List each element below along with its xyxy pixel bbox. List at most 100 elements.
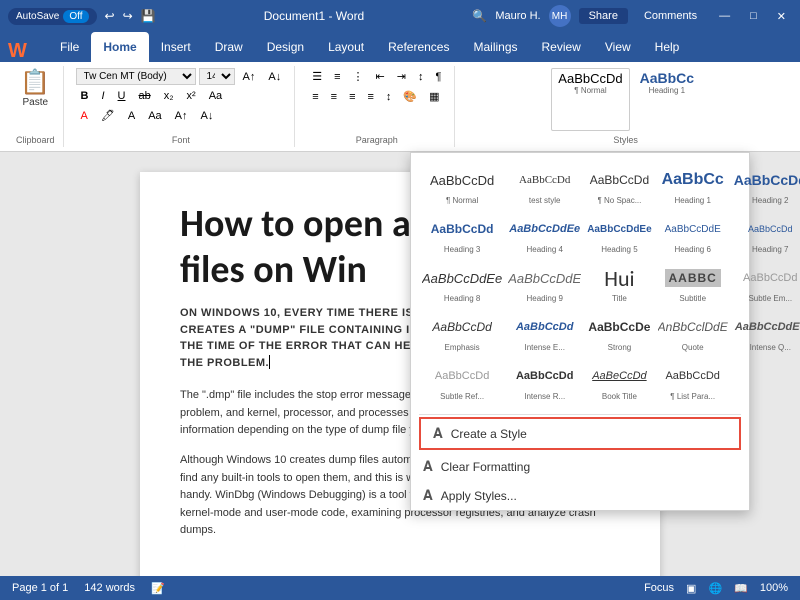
style-h9[interactable]: AaBbCcDdE Heading 9 — [505, 259, 584, 308]
create-style-action[interactable]: 𝐀 Create a Style — [419, 417, 741, 450]
decrease-indent-btn[interactable]: ⇤ — [371, 68, 390, 85]
tab-layout[interactable]: Layout — [316, 32, 376, 62]
strikethrough-btn[interactable]: ab — [134, 88, 156, 104]
close-btn[interactable]: ✕ — [771, 8, 792, 25]
paragraph-controls: ☰ ≡ ⋮ ⇤ ⇥ ↕ ¶ ≡ ≡ ≡ ≡ ↕ 🎨 ▦ — [307, 68, 446, 105]
bold-btn[interactable]: B — [76, 88, 94, 104]
style-subtitle[interactable]: AABBC Subtitle — [655, 259, 731, 308]
style-h6[interactable]: AaBbCcDdE Heading 6 — [655, 210, 731, 259]
decrease-font-btn[interactable]: A↓ — [263, 69, 286, 85]
clear-formatting-action[interactable]: 𝐀 Clear Formatting — [411, 452, 749, 481]
style-strong[interactable]: AaBbCcDe Strong — [584, 308, 654, 357]
status-left: Page 1 of 1 142 words 📝 — [12, 582, 165, 595]
style-list-para[interactable]: AaBbCcDd ¶ List Para... — [655, 357, 731, 406]
font-name-select[interactable]: Tw Cen MT (Body) — [76, 68, 196, 85]
tab-design[interactable]: Design — [255, 32, 316, 62]
paste-button[interactable]: 📋 Paste — [20, 68, 50, 108]
style-h1[interactable]: AaBbCc Heading 1 — [655, 161, 731, 210]
read-mode-icon[interactable]: 📖 — [734, 582, 748, 595]
align-left-btn[interactable]: ≡ — [307, 88, 323, 105]
style-book-title[interactable]: AaBeCcDd Book Title — [584, 357, 654, 406]
style-title[interactable]: Hui Title — [584, 259, 654, 308]
style-intense-r[interactable]: AaBbCcDd Intense R... — [505, 357, 584, 406]
style-h8[interactable]: AaBbCcDdEe Heading 8 — [419, 259, 505, 308]
superscript-btn[interactable]: x² — [182, 88, 201, 104]
autosave-toggle[interactable]: Off — [63, 10, 88, 23]
style-h5[interactable]: AaBbCcDdEe Heading 5 — [584, 210, 654, 259]
style-no-space[interactable]: AaBbCcDd ¶ No Spac... — [584, 161, 654, 210]
ribbon-tabs: W File Home Insert Draw Design Layout Re… — [0, 32, 800, 62]
style-heading1-quick[interactable]: AaBbCc Heading 1 — [634, 68, 700, 131]
tab-view[interactable]: View — [593, 32, 643, 62]
show-marks-btn[interactable]: ¶ — [430, 68, 446, 85]
ribbon-group-paragraph: ☰ ≡ ⋮ ⇤ ⇥ ↕ ¶ ≡ ≡ ≡ ≡ ↕ 🎨 ▦ Paragraph — [299, 66, 455, 147]
title-bar-left: AutoSave Off ↩ ↪ 💾 — [8, 8, 156, 25]
style-quote[interactable]: AnBbCclDdE Quote — [655, 308, 731, 357]
italic-btn[interactable]: I — [96, 88, 109, 104]
align-center-btn[interactable]: ≡ — [326, 88, 342, 105]
style-h7[interactable]: AaBbCcDd Heading 7 — [731, 210, 800, 259]
bullets-btn[interactable]: ☰ — [307, 68, 327, 85]
numbering-btn[interactable]: ≡ — [329, 68, 345, 85]
page-info: Page 1 of 1 — [12, 582, 68, 594]
tab-file[interactable]: File — [48, 32, 91, 62]
font-size-select[interactable]: 14 — [199, 68, 235, 85]
style-h2[interactable]: AaBbCcDd Heading 2 — [731, 161, 800, 210]
subscript-btn[interactable]: x₂ — [159, 88, 179, 104]
text-effects-btn[interactable]: A — [123, 108, 140, 124]
comments-button[interactable]: Comments — [636, 8, 705, 24]
share-button[interactable]: Share — [579, 8, 628, 24]
line-spacing-btn[interactable]: ↕ — [381, 88, 397, 105]
highlight-btn[interactable]: 🖊 — [96, 107, 120, 124]
align-right-btn[interactable]: ≡ — [344, 88, 360, 105]
change-case-btn[interactable]: Aa — [143, 108, 166, 124]
font-shrink-btn[interactable]: A↓ — [196, 108, 219, 124]
sort-btn[interactable]: ↕ — [413, 68, 429, 85]
tab-review[interactable]: Review — [530, 32, 593, 62]
save-icon[interactable]: 💾 — [141, 9, 156, 23]
style-normal-quick[interactable]: AaBbCcDd ¶ Normal — [551, 68, 629, 131]
increase-indent-btn[interactable]: ⇥ — [392, 68, 411, 85]
ribbon-group-clipboard: 📋 Paste Clipboard — [8, 66, 64, 147]
borders-btn[interactable]: ▦ — [424, 88, 444, 105]
proofing-icon[interactable]: 📝 — [151, 582, 165, 595]
maximize-btn[interactable]: □ — [744, 8, 763, 24]
clear-format-icon: 𝐀 — [423, 458, 433, 475]
shading-btn[interactable]: 🎨 — [398, 88, 422, 105]
tab-draw[interactable]: Draw — [203, 32, 255, 62]
increase-font-btn[interactable]: A↑ — [238, 69, 261, 85]
search-icon[interactable]: 🔍 — [472, 9, 487, 23]
word-count: 142 words — [84, 582, 135, 594]
tab-help[interactable]: Help — [643, 32, 692, 62]
print-layout-icon[interactable]: ▣ — [686, 582, 696, 595]
web-layout-icon[interactable]: 🌐 — [708, 582, 722, 595]
justify-btn[interactable]: ≡ — [362, 88, 378, 105]
user-avatar[interactable]: MH — [549, 5, 571, 27]
font-color-btn[interactable]: A — [76, 108, 93, 124]
redo-icon[interactable]: ↪ — [123, 9, 133, 23]
undo-icon[interactable]: ↩ — [105, 9, 115, 23]
clear-format-btn[interactable]: Aa — [204, 88, 227, 104]
style-emphasis[interactable]: AaBbCcDd Emphasis — [419, 308, 505, 357]
style-h3[interactable]: AaBbCcDd Heading 3 — [419, 210, 505, 259]
style-intense-q[interactable]: AaBbCcDdEe Intense Q... — [731, 308, 800, 357]
style-subtle-ref[interactable]: AaBbCcDd Subtle Ref... — [419, 357, 505, 406]
style-h4[interactable]: AaBbCcDdEe Heading 4 — [505, 210, 584, 259]
style-intense-e[interactable]: AaBbCcDd Intense E... — [505, 308, 584, 357]
focus-label[interactable]: Focus — [644, 582, 674, 594]
style-normal[interactable]: AaBbCcDd ¶ Normal — [419, 161, 505, 210]
font-row-1: Tw Cen MT (Body) 14 A↑ A↓ — [76, 68, 287, 85]
tab-insert[interactable]: Insert — [149, 32, 203, 62]
multilevel-btn[interactable]: ⋮ — [348, 68, 369, 85]
tab-home[interactable]: Home — [91, 32, 148, 62]
style-subtle-em[interactable]: AaBbCcDd Subtle Em... — [731, 259, 800, 308]
autosave-control[interactable]: AutoSave Off — [8, 8, 97, 25]
apply-styles-action[interactable]: 𝐀 Apply Styles... — [411, 481, 749, 510]
underline-btn[interactable]: U — [113, 88, 131, 104]
tab-references[interactable]: References — [376, 32, 461, 62]
tab-mailings[interactable]: Mailings — [461, 32, 529, 62]
font-grow-btn[interactable]: A↑ — [170, 108, 193, 124]
minimize-btn[interactable]: — — [713, 8, 736, 24]
user-name: Mauro H. — [495, 10, 540, 22]
style-test[interactable]: AaBbCcDd test style — [505, 161, 584, 210]
